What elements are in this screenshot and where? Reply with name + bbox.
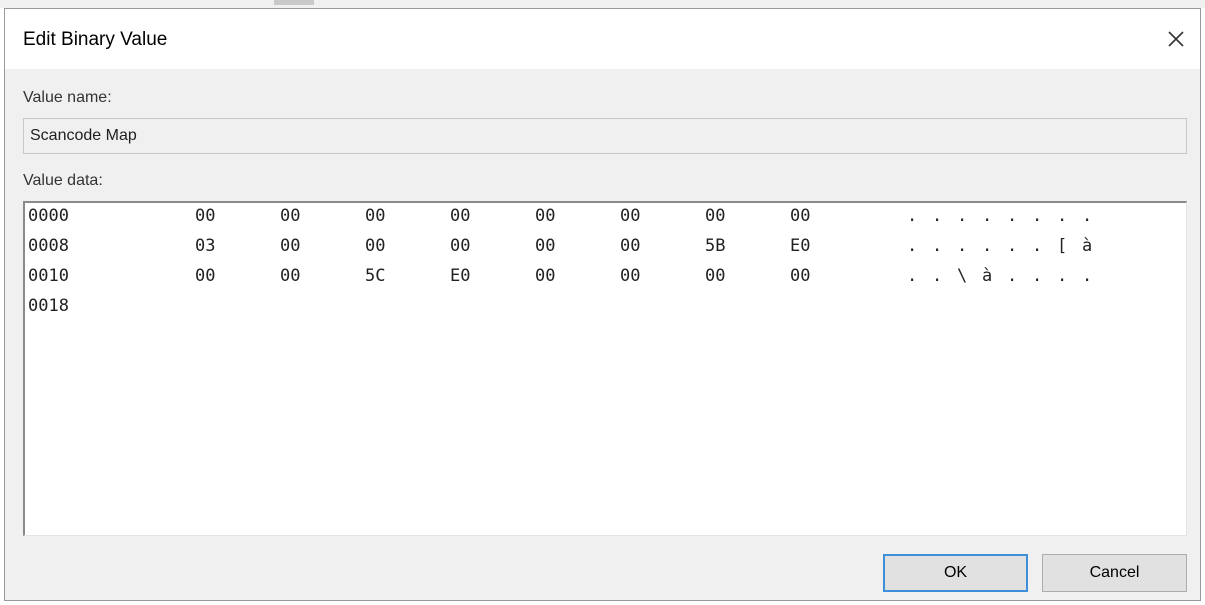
ascii-char: [ — [1057, 236, 1068, 256]
hex-byte: E0 — [790, 236, 811, 256]
close-button[interactable] — [1158, 23, 1194, 55]
hex-byte: 00 — [195, 266, 216, 286]
hex-byte: 00 — [195, 206, 216, 226]
ascii-char: . — [1007, 206, 1018, 226]
hex-byte: 00 — [620, 236, 641, 256]
ascii-char: . — [982, 206, 993, 226]
hex-byte: E0 — [450, 266, 471, 286]
hex-byte: 00 — [365, 206, 386, 226]
hex-byte: 00 — [535, 206, 556, 226]
ascii-char: à — [982, 266, 993, 286]
ascii-char: . — [907, 206, 918, 226]
hex-byte: 00 — [535, 236, 556, 256]
ascii-char: . — [957, 236, 968, 256]
hex-byte: 00 — [705, 266, 726, 286]
edit-binary-value-dialog: Edit Binary Value Value name: Scancode M… — [4, 8, 1201, 601]
hex-byte: 5B — [705, 236, 726, 256]
ok-button[interactable]: OK — [883, 554, 1028, 592]
ascii-char: . — [932, 236, 943, 256]
value-name-field: Scancode Map — [23, 118, 1187, 154]
ascii-char: . — [1007, 266, 1018, 286]
hex-byte: 00 — [620, 206, 641, 226]
ascii-char: . — [1082, 266, 1093, 286]
hex-byte: 00 — [280, 266, 301, 286]
ascii-char: \ — [957, 266, 968, 286]
ascii-char: . — [957, 206, 968, 226]
close-icon — [1168, 31, 1184, 47]
ascii-char: . — [907, 266, 918, 286]
hex-byte: 00 — [620, 266, 641, 286]
hex-offset: 0018 — [28, 296, 69, 316]
hex-byte: 00 — [280, 206, 301, 226]
ascii-char: . — [932, 206, 943, 226]
hex-byte: 00 — [450, 236, 471, 256]
hex-byte: 03 — [195, 236, 216, 256]
hex-byte: 00 — [280, 236, 301, 256]
ascii-char: à — [1082, 236, 1093, 256]
ascii-char: . — [1082, 206, 1093, 226]
hex-byte: 00 — [790, 266, 811, 286]
hex-byte: 00 — [450, 206, 471, 226]
cancel-button[interactable]: Cancel — [1042, 554, 1187, 592]
value-data-label: Value data: — [23, 172, 103, 189]
dialog-title: Edit Binary Value — [23, 29, 168, 50]
title-bar: Edit Binary Value — [5, 9, 1200, 69]
ascii-char: . — [1032, 206, 1043, 226]
hex-byte: 00 — [705, 206, 726, 226]
ascii-char: . — [1057, 206, 1068, 226]
hex-offset: 0000 — [28, 206, 69, 226]
ascii-char: . — [982, 236, 993, 256]
background-window-strip — [0, 0, 1205, 8]
hex-offset: 0010 — [28, 266, 69, 286]
hex-byte: 00 — [365, 236, 386, 256]
hex-offset: 0008 — [28, 236, 69, 256]
hex-byte: 5C — [365, 266, 386, 286]
hex-byte: 00 — [790, 206, 811, 226]
ascii-char: . — [1057, 266, 1068, 286]
ascii-char: . — [1032, 236, 1043, 256]
background-window-mark — [274, 0, 314, 5]
ascii-char: . — [1032, 266, 1043, 286]
value-data-editor[interactable]: 0000 00 00 00 00 00 00 00 00 . . . . . .… — [23, 201, 1187, 536]
hex-byte: 00 — [535, 266, 556, 286]
ascii-char: . — [907, 236, 918, 256]
value-name-label: Value name: — [23, 89, 112, 106]
ascii-char: . — [932, 266, 943, 286]
ascii-char: . — [1007, 236, 1018, 256]
